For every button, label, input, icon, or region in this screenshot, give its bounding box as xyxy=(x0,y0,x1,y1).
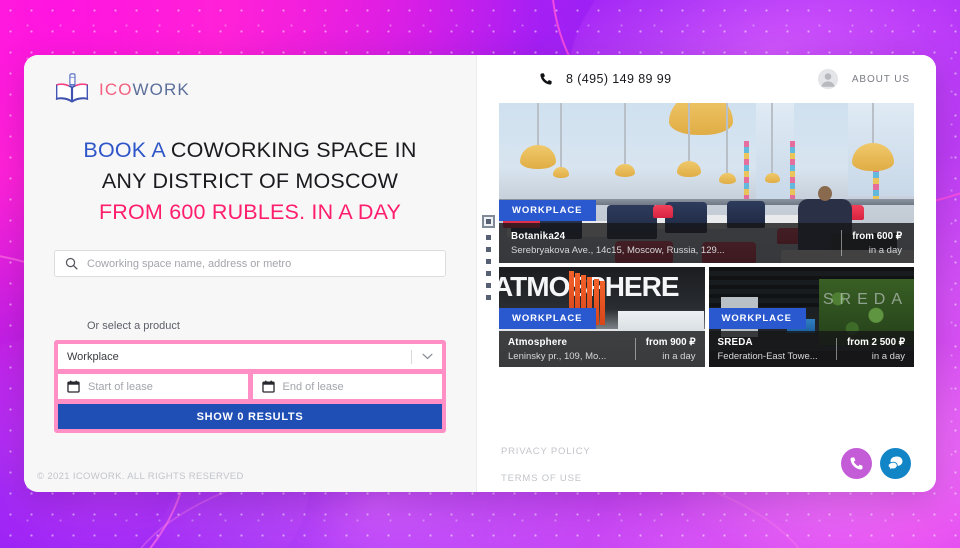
card-address: Serebryakova Ave., 14c15, Moscow, Russia… xyxy=(511,244,725,256)
card-price: from 2 500 ₽ xyxy=(847,336,905,348)
page-title: BOOK A COWORKING SPACE IN ANY DISTRICT O… xyxy=(50,135,450,228)
privacy-policy-link[interactable]: PRIVACY POLICY xyxy=(501,446,591,457)
select-product-hint: Or select a product xyxy=(87,320,180,332)
lease-date-row: Start of lease End of lease xyxy=(58,374,442,399)
brand-name-ico: ICO xyxy=(99,80,133,99)
top-bar: 8 (495) 149 89 99 ABOUT US xyxy=(477,55,936,103)
listing-card-row: ATMOSPHERE WORKPLACE Atmosphere Leni xyxy=(499,267,914,367)
headline-line2: ANY DISTRICT OF MOSCOW xyxy=(101,169,399,193)
pager-dot-active[interactable] xyxy=(482,215,495,228)
product-select-value: Workplace xyxy=(67,350,119,363)
calendar-icon xyxy=(67,380,80,393)
card-price: from 900 ₽ xyxy=(645,336,696,348)
search-bar[interactable] xyxy=(54,250,446,277)
card-title: Botanika24 xyxy=(511,230,566,242)
card-address: Leninsky pr., 109, Mo... xyxy=(508,350,607,362)
book-pencil-logo-icon xyxy=(55,73,89,103)
floating-action-buttons xyxy=(841,448,911,479)
user-avatar-icon xyxy=(817,68,838,90)
phone-number: 8 (495) 149 89 99 xyxy=(566,72,672,86)
chevron-down-icon xyxy=(422,353,433,360)
chat-bubble-icon xyxy=(887,456,903,472)
pager-dot[interactable] xyxy=(486,295,491,300)
about-us-link[interactable]: ABOUT US xyxy=(852,74,910,85)
card-period: in a day xyxy=(871,350,905,362)
search-icon xyxy=(65,257,78,270)
meta-divider xyxy=(634,338,636,360)
show-results-button[interactable]: SHOW 0 RESULTS xyxy=(58,404,442,429)
footer-links: PRIVACY POLICY TERMS OF USE xyxy=(501,446,591,484)
listing-card-sreda[interactable]: SREDA WORKPLACE SREDA Federation-East To… xyxy=(708,267,914,367)
call-fab-button[interactable] xyxy=(841,448,872,479)
meta-divider xyxy=(841,230,843,256)
card-badge: WORKPLACE xyxy=(499,308,597,329)
about-block[interactable]: ABOUT US xyxy=(817,68,910,90)
product-select[interactable]: Workplace xyxy=(58,344,442,369)
phone-block[interactable]: 8 (495) 149 89 99 xyxy=(539,72,672,86)
listing-card-hero[interactable]: WORKPLACE Botanika24 Serebryakova Ave., … xyxy=(499,103,914,263)
brand-logo-block[interactable]: ICOWORK xyxy=(24,55,476,107)
start-date-placeholder: Start of lease xyxy=(88,380,153,393)
end-date-placeholder: End of lease xyxy=(282,380,344,393)
phone-call-icon xyxy=(850,457,863,470)
card-badge: WORKPLACE xyxy=(708,308,806,329)
card-meta: SREDA Federation-East Towe... from 2 500… xyxy=(708,331,914,367)
card-meta: Botanika24 Serebryakova Ave., 14c15, Mos… xyxy=(499,223,914,263)
terms-of-use-link[interactable]: TERMS OF USE xyxy=(501,473,591,484)
end-date-field[interactable]: End of lease xyxy=(252,374,442,399)
card-period: in a day xyxy=(868,244,902,256)
copyright-text: © 2021 ICOWORK. ALL RIGHTS RESERVED xyxy=(37,471,244,482)
card-title: Atmosphere xyxy=(508,336,568,348)
pager-dot[interactable] xyxy=(486,247,491,252)
meta-divider xyxy=(836,338,838,360)
card-address: Federation-East Towe... xyxy=(717,350,818,362)
right-panel: 8 (495) 149 89 99 ABOUT US WORKPLACE Bot… xyxy=(477,55,936,492)
calendar-icon xyxy=(261,380,275,393)
headline-line1-rest: COWORKING SPACE IN xyxy=(164,138,417,162)
left-panel: ICOWORK BOOK A COWORKING SPACE IN ANY DI… xyxy=(24,55,477,492)
product-select-caret xyxy=(411,349,433,364)
brand-name: ICOWORK xyxy=(99,80,190,100)
headline-line3: FROM 600 RUBLES. IN A DAY xyxy=(98,200,402,224)
card-meta: Atmosphere Leninsky pr., 109, Mo... from… xyxy=(499,331,705,367)
card-price: from 600 ₽ xyxy=(852,230,902,242)
pager-dot[interactable] xyxy=(486,259,491,264)
app-window: ICOWORK BOOK A COWORKING SPACE IN ANY DI… xyxy=(24,55,936,492)
phone-icon xyxy=(540,73,552,85)
card-title: SREDA xyxy=(717,336,753,348)
pager-dot[interactable] xyxy=(486,235,491,240)
listing-cards: WORKPLACE Botanika24 Serebryakova Ave., … xyxy=(477,103,936,367)
start-date-field[interactable]: Start of lease xyxy=(58,374,248,399)
headline-highlight: BOOK A xyxy=(83,138,165,162)
carousel-pager[interactable] xyxy=(482,215,495,300)
card-period: in a day xyxy=(662,350,696,362)
card-badge: WORKPLACE xyxy=(499,200,597,221)
booking-form: Workplace Start of lease End of lease SH… xyxy=(54,340,446,433)
chat-fab-button[interactable] xyxy=(880,448,911,479)
pager-dot[interactable] xyxy=(486,271,491,276)
brand-name-work: WORK xyxy=(132,80,190,99)
pager-dot[interactable] xyxy=(486,283,491,288)
listing-card-atmosphere[interactable]: ATMOSPHERE WORKPLACE Atmosphere Leni xyxy=(499,267,705,367)
search-input[interactable] xyxy=(87,257,435,270)
